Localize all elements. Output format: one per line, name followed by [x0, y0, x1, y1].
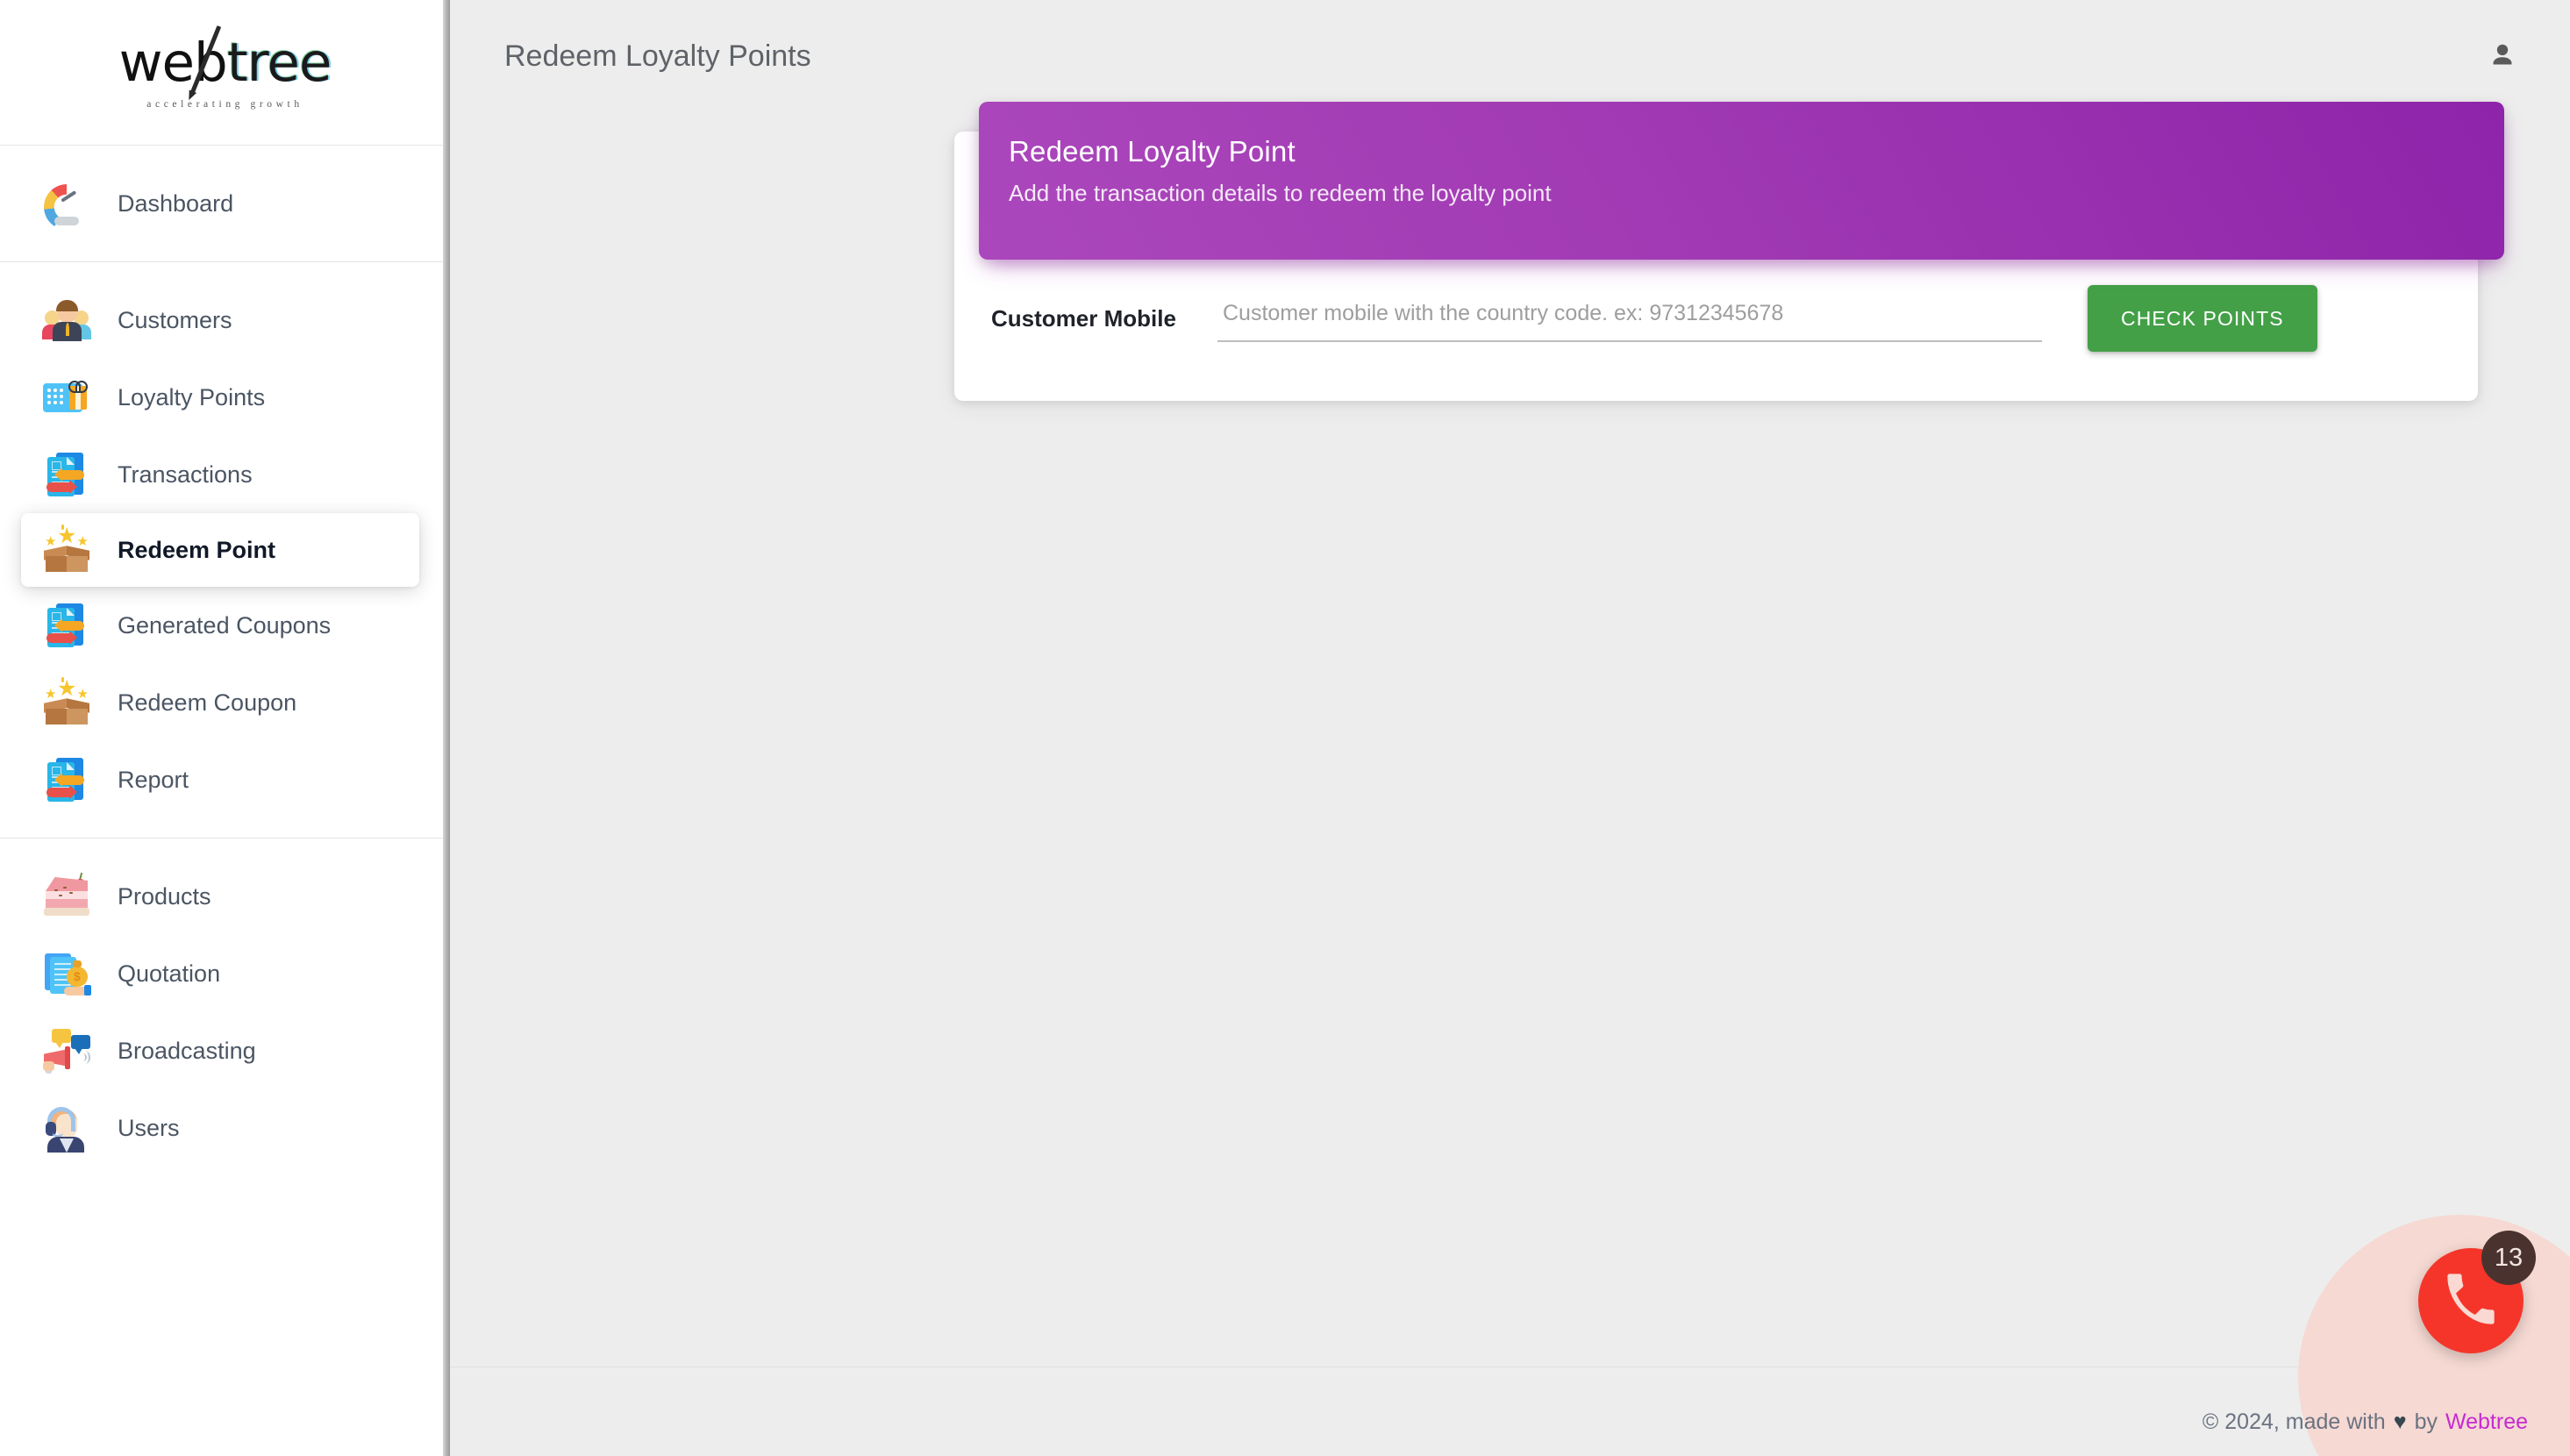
sidebar-item-label: Quotation: [118, 960, 221, 987]
sidebar-item-loyalty-points[interactable]: Loyalty Points: [0, 359, 450, 436]
gift-box-stars-icon: ★ ★ ★: [42, 525, 91, 575]
redeem-banner: Redeem Loyalty Point Add the transaction…: [979, 102, 2504, 260]
document-exchange-icon: [42, 601, 91, 650]
loyalty-card-gift-icon: [42, 373, 91, 422]
check-points-button[interactable]: CHECK POINTS: [2088, 285, 2317, 352]
sidebar-item-label: Generated Coupons: [118, 611, 332, 639]
top-bar: Redeem Loyalty Points: [450, 0, 2570, 112]
page-title: Redeem Loyalty Points: [504, 39, 811, 73]
sidebar-item-label: Customers: [118, 306, 232, 333]
sidebar-item-label: Loyalty Points: [118, 383, 266, 410]
sidebar-item-products[interactable]: Products: [0, 858, 450, 935]
sidebar-item-generated-coupons[interactable]: Generated Coupons: [0, 587, 450, 664]
sidebar-item-report[interactable]: Report: [0, 741, 450, 818]
logo-tagline: accelerating growth: [146, 98, 303, 110]
content-area: Redeem Loyalty Point Add the transaction…: [450, 102, 2570, 401]
people-icon: [42, 296, 91, 345]
sidebar-item-label: Redeem Coupon: [118, 689, 297, 716]
sidebar-item-broadcasting[interactable]: Broadcasting: [0, 1012, 450, 1089]
banner-title: Redeem Loyalty Point: [1009, 135, 1296, 168]
sidebar-item-label: Products: [118, 882, 211, 910]
quotation-money-icon: [42, 949, 91, 998]
sidebar-item-redeem-point[interactable]: ★ ★ ★ Redeem Point: [21, 513, 419, 587]
footer-copyright: © 2024, made with: [2202, 1410, 2386, 1434]
headset-agent-icon: [42, 1103, 91, 1153]
sidebar-item-label: Report: [118, 766, 189, 793]
call-badge-count[interactable]: 13: [2481, 1231, 2536, 1285]
sidebar-item-transactions[interactable]: Transactions: [0, 436, 450, 513]
cake-slice-icon: [42, 872, 91, 921]
sidebar-scrollbar[interactable]: [443, 0, 450, 1456]
customer-mobile-input[interactable]: [1217, 295, 2042, 342]
sidebar-item-dashboard[interactable]: Dashboard: [0, 165, 450, 242]
sidebar-item-label: Broadcasting: [118, 1037, 256, 1064]
gauge-icon: [42, 179, 91, 230]
sidebar-item-label: Transactions: [118, 460, 253, 488]
sidebar-group-loyalty: Customers Loyalty Points Transactions ★ …: [0, 262, 450, 838]
sidebar-item-label: Users: [118, 1114, 180, 1141]
footer-brand-link[interactable]: Webtree: [2445, 1410, 2528, 1435]
sidebar-item-label: Dashboard: [118, 189, 234, 217]
app-logo[interactable]: webtree accelerating growth: [0, 0, 450, 145]
banner-subtitle: Add the transaction details to redeem th…: [1009, 179, 1552, 206]
sidebar-item-redeem-coupon[interactable]: ★ ★ ★ Redeem Coupon: [0, 664, 450, 741]
sidebar-item-label: Redeem Point: [118, 536, 276, 563]
main-content: Redeem Loyalty Points Redeem Loyalty Poi…: [450, 0, 2570, 1456]
sidebar-item-customers[interactable]: Customers: [0, 282, 450, 359]
logo-text-tree: tree: [226, 31, 332, 94]
customer-mobile-label: Customer Mobile: [991, 304, 1176, 332]
person-icon[interactable]: [2477, 31, 2528, 82]
megaphone-icon: [42, 1026, 91, 1075]
customer-mobile-input-wrap: [1217, 295, 2042, 342]
app-root: webtree accelerating growth Dashboard Cu…: [0, 0, 2570, 1456]
sidebar-item-quotation[interactable]: Quotation: [0, 935, 450, 1012]
logo-wordmark: webtree: [119, 25, 332, 94]
sidebar-group-primary: Dashboard: [0, 146, 450, 261]
sidebar: webtree accelerating growth Dashboard Cu…: [0, 0, 450, 1456]
document-exchange-icon: [42, 450, 91, 499]
gift-box-stars-icon: ★ ★ ★: [42, 677, 91, 727]
footer: © 2024, made with ♥ by Webtree: [2202, 1410, 2528, 1435]
footer-by: by: [2414, 1410, 2438, 1434]
redeem-panel-card: Redeem Loyalty Point Add the transaction…: [954, 102, 2504, 401]
document-exchange-icon: [42, 755, 91, 804]
sidebar-item-users[interactable]: Users: [0, 1089, 450, 1167]
sidebar-group-catalog: Products Quotation: [0, 839, 450, 1186]
heart-icon: ♥: [2393, 1410, 2407, 1434]
